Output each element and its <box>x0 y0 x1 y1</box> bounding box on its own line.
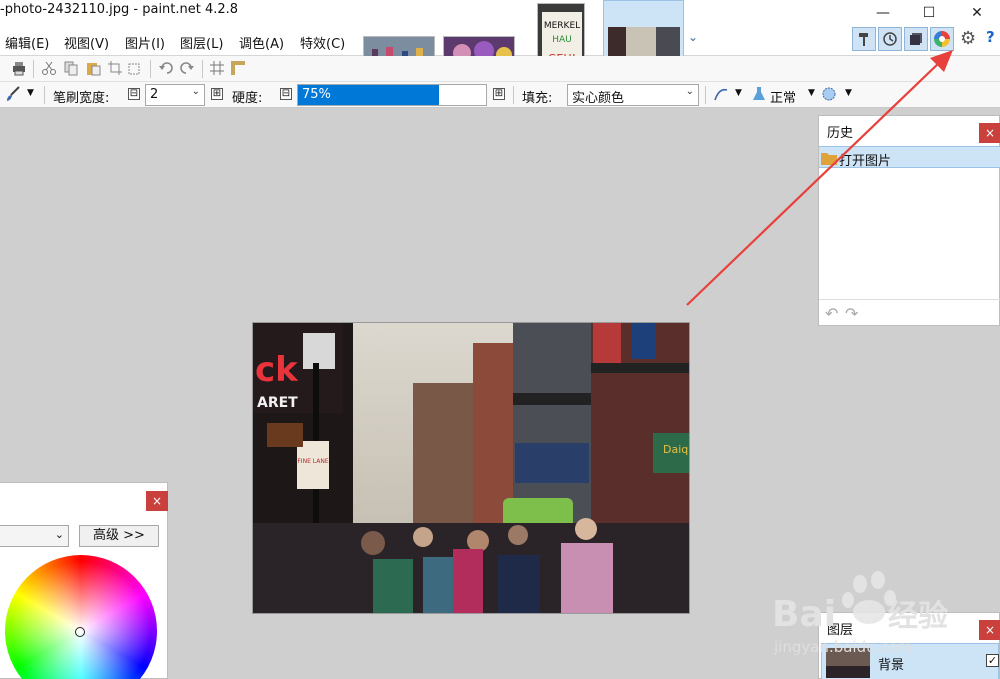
hardness-slider[interactable]: 75% <box>297 84 487 106</box>
chevron-down-icon: ⌄ <box>191 86 200 97</box>
antialiasing-icon[interactable] <box>712 85 730 103</box>
selection-mode-icon[interactable] <box>820 85 838 103</box>
hardness-decrease-button[interactable]: ⊟ <box>280 88 292 100</box>
blend-mode-value[interactable]: 正常 <box>770 87 796 106</box>
chevron-down-icon: ⌄ <box>54 528 64 541</box>
blend-mode-flask-icon[interactable] <box>750 85 768 103</box>
history-undo-icon[interactable]: ↶ <box>825 304 838 323</box>
baidu-watermark: Bai 经验 jingyan.baidu.com <box>768 568 1000 658</box>
canvas-photo[interactable]: ck ARET FINE LANE Daiq <box>252 322 690 614</box>
plus-icon: ⊞ <box>212 88 222 99</box>
watermark-url: jingyan.baidu.com <box>773 638 912 656</box>
brush-width-select[interactable]: 2 ⌄ <box>145 84 205 106</box>
chevron-down-icon[interactable]: ⌄ <box>688 30 698 44</box>
maximize-button[interactable]: ☐ <box>906 0 952 26</box>
tool-options-bar: ▼ 笔刷宽度: ⊟ 2 ⌄ ⊞ 硬度: ⊟ 75% ⊞ 填充: 实心颜色 ⌄ ▼… <box>0 82 1000 108</box>
menu-edit[interactable]: 编辑(E) <box>5 33 49 52</box>
plus-icon: ⊞ <box>494 88 504 99</box>
colors-panel: × ⌄ 高级 >> <box>0 482 168 679</box>
history-icon[interactable] <box>878 27 902 51</box>
minus-icon: ⊟ <box>281 88 291 99</box>
grid-icon[interactable] <box>208 59 226 77</box>
fill-mode-select[interactable]: 实心颜色 ⌄ <box>567 84 699 106</box>
sign-text-2: HAU <box>552 35 572 45</box>
hardness-value: 75% <box>302 87 331 102</box>
history-redo-icon[interactable]: ↷ <box>845 304 858 323</box>
layers-icon[interactable] <box>904 27 928 51</box>
panel-divider <box>819 299 1000 300</box>
street-photo: ck ARET FINE LANE Daiq <box>253 323 689 613</box>
deselect-icon[interactable] <box>126 59 144 77</box>
close-button[interactable]: ✕ <box>954 0 1000 26</box>
undo-icon[interactable] <box>157 59 175 77</box>
minimize-button[interactable]: — <box>860 0 906 26</box>
blend-mode-dropdown-arrow-icon[interactable]: ▼ <box>808 88 815 98</box>
history-panel-title: 历史 <box>827 126 854 141</box>
redo-icon[interactable] <box>178 59 196 77</box>
main-toolbar <box>0 56 1000 82</box>
toolbar-separator <box>44 86 45 104</box>
watermark-brand: Bai <box>772 594 836 635</box>
watermark-brand-cn: 经验 <box>888 599 948 634</box>
advanced-colors-button[interactable]: 高级 >> <box>79 525 159 547</box>
print-icon[interactable] <box>10 59 28 77</box>
menu-adjustments[interactable]: 调色(A) <box>239 33 284 52</box>
title-bar: -photo-2432110.jpg - paint.net 4.2.8 — ☐… <box>0 0 1000 26</box>
toolbar-separator <box>150 60 151 78</box>
menu-effects[interactable]: 特效(C) <box>300 33 345 52</box>
color-wheel-cursor[interactable] <box>75 627 85 637</box>
shop-sign-text: Daiq <box>663 443 688 456</box>
menu-image[interactable]: 图片(I) <box>125 33 165 52</box>
brush-width-value: 2 <box>150 87 159 102</box>
menu-layers[interactable]: 图层(L) <box>180 33 223 52</box>
color-wheel-icon[interactable] <box>930 27 954 51</box>
brush-width-increase-button[interactable]: ⊞ <box>211 88 223 100</box>
neon-sign-text: ck <box>255 350 299 390</box>
history-panel-close-button[interactable]: × <box>979 123 1000 143</box>
history-item-label: 打开图片 <box>839 154 892 169</box>
minus-icon: ⊟ <box>129 88 139 99</box>
fill-mode-value: 实心颜色 <box>572 91 625 106</box>
toolbar-separator <box>202 60 203 78</box>
close-icon: × <box>151 494 163 508</box>
cabaret-sign-text: ARET <box>257 395 298 411</box>
color-wheel[interactable] <box>5 555 157 679</box>
baidu-paw-logo: Bai 经验 jingyan.baidu.com <box>772 571 948 656</box>
paintbrush-icon[interactable] <box>4 85 22 103</box>
street-sign-text: FINE LANE <box>297 458 328 465</box>
cut-icon[interactable] <box>40 59 58 77</box>
hardness-increase-button[interactable]: ⊞ <box>493 88 505 100</box>
ruler-icon[interactable] <box>229 59 247 77</box>
crop-to-selection-icon[interactable] <box>106 59 124 77</box>
hardness-label: 硬度: <box>232 91 263 106</box>
settings-gear-icon[interactable]: ⚙ <box>960 28 976 49</box>
chevron-down-icon: ⌄ <box>685 86 694 97</box>
history-panel: 历史 × 打开图片 ↶ ↷ <box>818 115 1000 326</box>
antialiasing-dropdown-arrow-icon[interactable]: ▼ <box>735 88 742 98</box>
menu-view[interactable]: 视图(V) <box>64 33 109 52</box>
tool-dropdown-arrow-icon[interactable]: ▼ <box>27 88 34 98</box>
sign-text-1: MERKEL <box>544 21 580 31</box>
toolbar-separator <box>513 86 514 104</box>
colors-panel-close-button[interactable]: × <box>146 491 168 511</box>
hammer-icon[interactable] <box>852 27 876 51</box>
palette-select[interactable]: ⌄ <box>0 525 69 547</box>
close-icon: × <box>984 126 996 140</box>
copy-icon[interactable] <box>62 59 80 77</box>
toolbar-separator <box>33 60 34 78</box>
toolbar-separator <box>705 86 706 104</box>
paste-icon[interactable] <box>84 59 102 77</box>
brush-width-decrease-button[interactable]: ⊟ <box>128 88 140 100</box>
brush-width-label: 笔刷宽度: <box>53 91 110 106</box>
folder-open-icon <box>821 153 837 165</box>
fill-label: 填充: <box>522 91 553 106</box>
window-title: -photo-2432110.jpg - paint.net 4.2.8 <box>0 2 239 17</box>
selection-mode-dropdown-arrow-icon[interactable]: ▼ <box>845 88 852 98</box>
history-item[interactable]: 打开图片 <box>819 146 1000 169</box>
help-icon[interactable]: ? <box>986 28 1000 48</box>
